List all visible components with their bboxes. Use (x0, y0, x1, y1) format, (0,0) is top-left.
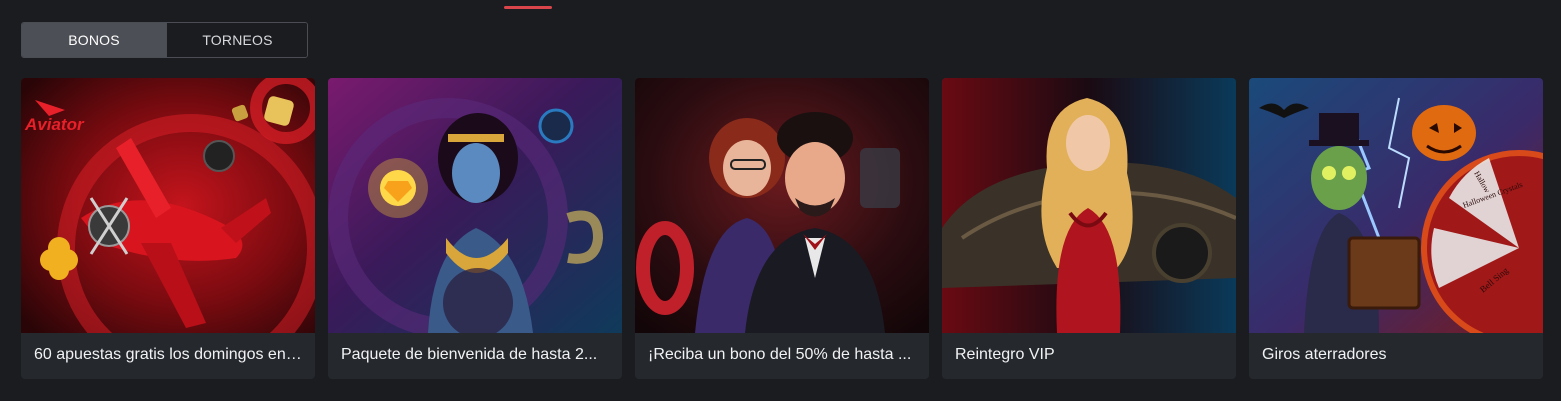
aviator-illustration: Aviator (21, 78, 315, 333)
promotions-section: BONOS TORNEOS Aviator 60 apuestas gratis… (0, 0, 1561, 401)
promo-card-bonus-50[interactable]: ¡Reciba un bono del 50% de hasta ... (635, 78, 929, 379)
promo-card-title: Paquete de bienvenida de hasta 2... (341, 346, 598, 363)
promo-card-aviator[interactable]: Aviator 60 apuestas gratis los domingos … (21, 78, 315, 379)
queen-illustration (328, 78, 622, 333)
promo-card-scary-spins[interactable]: Bell Sing Halloween Crystals Hallow Giro… (1249, 78, 1543, 379)
promo-card-list: Aviator 60 apuestas gratis los domingos … (21, 78, 1543, 379)
promo-card-vip-cashback[interactable]: Reintegro VIP (942, 78, 1236, 379)
promo-card-title: ¡Reciba un bono del 50% de hasta ... (648, 346, 912, 363)
couple-illustration (635, 78, 929, 333)
tab-bonos[interactable]: BONOS (22, 23, 166, 57)
promo-card-image (635, 78, 929, 333)
aviator-logo: Aviator (24, 115, 85, 134)
promo-card-image (328, 78, 622, 333)
promo-card-title: Giros aterradores (1262, 346, 1387, 363)
promo-card-image (942, 78, 1236, 333)
promo-card-image: Bell Sing Halloween Crystals Hallow (1249, 78, 1543, 333)
promo-card-image: Aviator (21, 78, 315, 333)
promo-card-welcome[interactable]: Paquete de bienvenida de hasta 2... (328, 78, 622, 379)
promo-card-title: 60 apuestas gratis los domingos en Aviat… (34, 346, 304, 363)
halloween-illustration: Bell Sing Halloween Crystals Hallow (1249, 78, 1543, 333)
vip-illustration (942, 78, 1236, 333)
active-indicator (504, 6, 552, 9)
tab-torneos[interactable]: TORNEOS (166, 23, 307, 57)
promo-card-title: Reintegro VIP (955, 346, 1055, 363)
promo-tabs: BONOS TORNEOS (21, 22, 308, 58)
